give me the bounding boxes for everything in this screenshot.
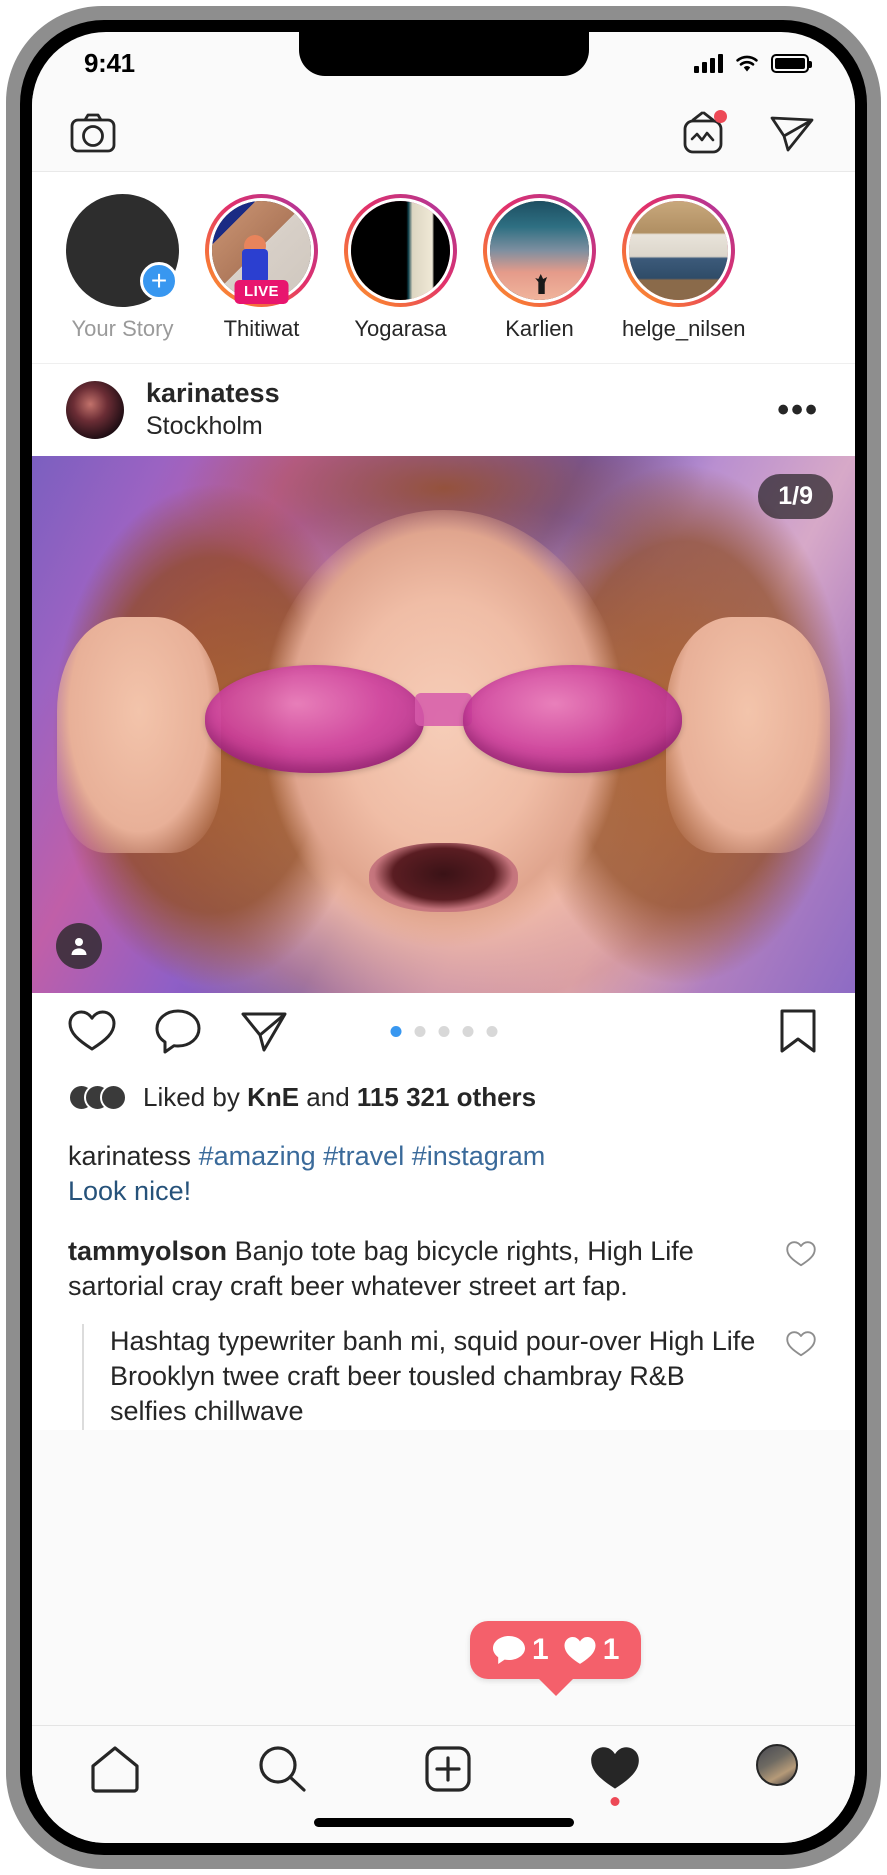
nav-item-activity[interactable] <box>589 1744 641 1806</box>
carousel-dot[interactable] <box>438 1025 449 1037</box>
story-label: Thitiwat <box>223 316 300 341</box>
phone-notch <box>298 32 589 76</box>
igtv-icon[interactable] <box>681 109 727 155</box>
likes-highlight-user[interactable]: KnE <box>247 1082 299 1112</box>
nav-item-search[interactable] <box>256 1744 308 1794</box>
likes-prefix: Liked by <box>143 1081 248 1112</box>
comments-list: tammyolson Banjo tote bag bicycle rights… <box>32 1208 855 1430</box>
carousel-dot[interactable] <box>486 1025 497 1037</box>
home-indicator <box>313 1818 574 1827</box>
camera-icon[interactable] <box>70 113 116 153</box>
profile-avatar-icon <box>755 1744 798 1786</box>
comment-text: tammyolson Banjo tote bag bicycle rights… <box>68 1234 765 1304</box>
phone-screen: 9:41 + Your Story LIVE Thitiwat Yogarasa… <box>32 32 855 1843</box>
wifi-icon <box>734 54 760 73</box>
post-image-sunglasses <box>204 665 683 773</box>
story-avatar <box>348 198 453 303</box>
comment-item: tammyolson Banjo tote bag bicycle rights… <box>68 1234 819 1304</box>
story-label: Yogarasa <box>354 316 447 341</box>
comment-bubble-icon[interactable] <box>154 1008 202 1054</box>
comment-text: Hashtag typewriter banh mi, squid pour-o… <box>110 1326 756 1427</box>
heart-outline-icon[interactable] <box>783 1240 819 1268</box>
more-options-icon[interactable]: ••• <box>777 393 819 427</box>
story-yogarasa[interactable]: Yogarasa <box>344 194 457 342</box>
tagged-people-icon[interactable] <box>56 923 102 969</box>
post-image-hand-right <box>665 617 831 854</box>
comment-username[interactable]: tammyolson <box>68 1236 227 1266</box>
comment-bubble-filled-icon <box>493 1636 525 1664</box>
live-badge: LIVE <box>234 280 289 304</box>
search-magnifier-icon <box>259 1746 306 1792</box>
heart-outline-icon[interactable] <box>783 1330 819 1358</box>
caption-username[interactable]: karinatess <box>68 1141 191 1171</box>
post-actions-left <box>68 1008 288 1054</box>
post-actions-bar <box>32 993 855 1069</box>
add-plus-box-icon <box>425 1746 472 1792</box>
story-avatar <box>487 198 592 303</box>
phone-body: 9:41 + Your Story LIVE Thitiwat Yogarasa… <box>20 20 867 1855</box>
carousel-dot[interactable] <box>414 1025 425 1037</box>
notification-likes: 1 <box>563 1633 620 1667</box>
carousel-dot[interactable] <box>390 1025 401 1037</box>
story-karlien[interactable]: Karlien <box>483 194 596 342</box>
post-image-hand-left <box>56 617 222 854</box>
heart-outline-icon[interactable] <box>68 1009 116 1053</box>
heart-filled-icon <box>564 1636 596 1664</box>
story-helge-nilsen[interactable]: helge_nilsen <box>622 194 746 342</box>
story-avatar-ring <box>622 194 735 307</box>
likes-count[interactable]: 115 321 others <box>357 1082 536 1112</box>
igtv-notification-dot <box>714 109 727 123</box>
story-thitiwat[interactable]: LIVE Thitiwat <box>205 194 318 342</box>
direct-share-icon[interactable] <box>769 112 815 154</box>
carousel-counter: 1/9 <box>758 474 833 519</box>
post-image-mouth <box>369 842 518 913</box>
avatar[interactable] <box>66 381 124 439</box>
carousel-dot[interactable] <box>462 1025 473 1037</box>
story-avatar <box>626 198 731 303</box>
comment-reply-item: Hashtag typewriter banh mi, squid pour-o… <box>82 1324 819 1430</box>
post-username[interactable]: karinatess <box>146 378 280 410</box>
nav-item-create[interactable] <box>422 1744 474 1794</box>
home-icon <box>91 1746 139 1793</box>
post-header: karinatess Stockholm ••• <box>32 364 855 456</box>
add-story-plus-icon[interactable]: + <box>140 262 178 300</box>
notification-comment-count: 1 <box>532 1633 549 1666</box>
notification-bubble[interactable]: 1 1 <box>470 1621 642 1679</box>
nav-item-profile[interactable] <box>755 1744 798 1786</box>
cellular-signal-icon <box>694 53 723 73</box>
likers-facepile <box>68 1083 127 1111</box>
phone-frame: 9:41 + Your Story LIVE Thitiwat Yogarasa… <box>6 6 881 1869</box>
share-paperplane-icon[interactable] <box>240 1009 288 1053</box>
story-label: Karlien <box>505 316 574 341</box>
caption-hashtags[interactable]: #amazing #travel #instagram <box>199 1141 546 1171</box>
notification-comments: 1 <box>492 1633 549 1667</box>
status-indicators <box>694 53 812 73</box>
activity-notification-dot <box>610 1797 620 1806</box>
likes-middle: and <box>299 1081 357 1112</box>
post-caption: karinatess #amazing #travel #instagram L… <box>32 1121 855 1209</box>
post-image[interactable]: 1/9 <box>32 456 855 993</box>
story-avatar-ring <box>344 194 457 307</box>
notification-like-count: 1 <box>602 1633 620 1666</box>
story-label: Your Story <box>71 316 174 341</box>
caption-note: Look nice! <box>68 1175 192 1206</box>
post-location[interactable]: Stockholm <box>146 412 280 442</box>
likes-text: Liked by KnE and 115 321 others <box>143 1082 536 1113</box>
post-meta: karinatess Stockholm <box>146 378 280 441</box>
story-avatar-ring <box>483 194 596 307</box>
top-navigation-bar <box>32 94 855 172</box>
bookmark-outline-icon[interactable] <box>779 1008 817 1054</box>
nav-item-home[interactable] <box>89 1744 141 1794</box>
likes-row[interactable]: Liked by KnE and 115 321 others <box>32 1069 855 1121</box>
top-nav-right-group <box>681 109 815 155</box>
stories-tray[interactable]: + Your Story LIVE Thitiwat Yogarasa Karl… <box>32 172 855 364</box>
battery-full-icon <box>771 53 812 73</box>
story-your-story[interactable]: + Your Story <box>66 194 179 342</box>
carousel-indicator-dots <box>390 1025 497 1037</box>
heart-filled-icon <box>591 1747 639 1789</box>
status-time: 9:41 <box>84 47 135 78</box>
story-label: helge_nilsen <box>622 316 746 341</box>
